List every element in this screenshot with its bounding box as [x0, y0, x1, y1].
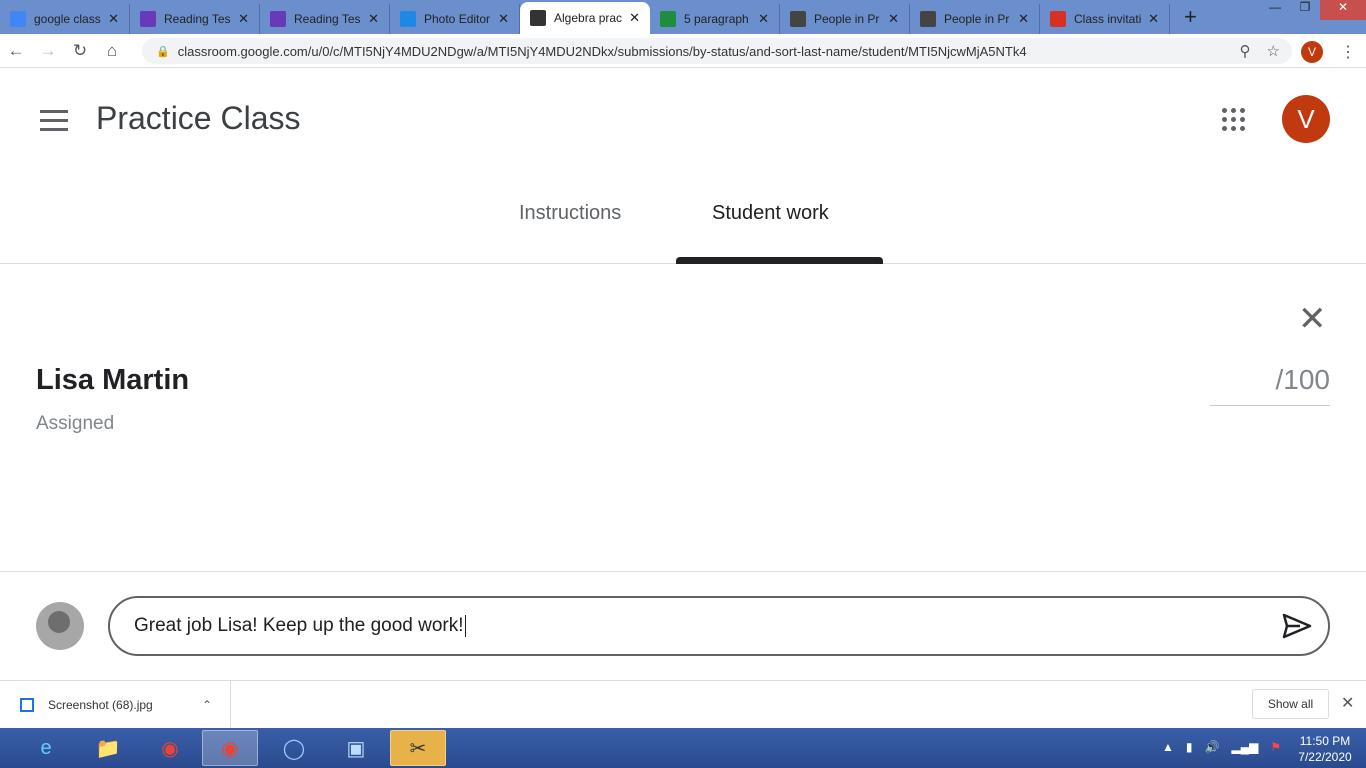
selected-tab-indicator	[676, 257, 883, 264]
close-tab-icon[interactable]: ✕	[629, 10, 640, 26]
chrome-icon[interactable]: ◉	[142, 730, 198, 766]
maximize-button[interactable]: ❐	[1290, 0, 1320, 20]
browser-tab[interactable]: Reading Tes ✕	[130, 4, 260, 34]
close-tab-icon[interactable]: ✕	[888, 11, 899, 27]
comment-input[interactable]: Great job Lisa! Keep up the good work!	[108, 596, 1330, 656]
chrome-profile-icon[interactable]: ◉	[202, 730, 258, 766]
show-all-button[interactable]: Show all	[1252, 689, 1329, 719]
close-tab-icon[interactable]: ✕	[1148, 11, 1159, 27]
close-icon[interactable]: ✕	[1298, 302, 1327, 336]
media-app-icon[interactable]: ◯	[266, 730, 322, 766]
action-center-flag-icon[interactable]: ⚑	[1270, 740, 1281, 754]
ie-icon[interactable]: e	[18, 730, 74, 766]
browser-tab[interactable]: Photo Editor ✕	[390, 4, 520, 34]
browser-tab[interactable]: People in Pr ✕	[780, 4, 910, 34]
close-tab-icon[interactable]: ✕	[238, 11, 249, 27]
browser-tab[interactable]: google class ✕	[0, 4, 130, 34]
window-controls: — ❐ ✕	[1260, 0, 1366, 20]
kebab-menu-icon[interactable]: ⋮	[1340, 42, 1356, 62]
tab-instructions[interactable]: Instructions	[519, 202, 621, 225]
close-tab-icon[interactable]: ✕	[498, 11, 509, 27]
student-name: Lisa Martin	[36, 364, 190, 396]
photo-editor-icon	[400, 11, 416, 27]
docs-icon	[10, 11, 26, 27]
zoom-icon[interactable]: ⚲	[1240, 42, 1251, 60]
snipping-tool-icon[interactable]: ✂	[390, 730, 446, 766]
home-icon[interactable]: ⌂	[96, 41, 128, 61]
forward-icon[interactable]: →	[32, 41, 64, 61]
status-label: Assigned	[36, 413, 115, 434]
image-file-icon	[20, 697, 34, 712]
avatar[interactable]: V	[1282, 95, 1330, 143]
chevron-up-icon[interactable]: ⌃	[202, 698, 212, 712]
browser-tab[interactable]: Reading Tes ✕	[260, 4, 390, 34]
photo-viewer-icon[interactable]: ▣	[328, 730, 384, 766]
close-window-button[interactable]: ✕	[1320, 0, 1366, 20]
new-tab-button[interactable]: +	[1184, 4, 1197, 30]
classroom-icon	[660, 11, 676, 27]
volume-icon[interactable]: 🔊	[1205, 740, 1220, 754]
close-tab-icon[interactable]: ✕	[368, 11, 379, 27]
address-bar-row: ← → ↻ ⌂ 🔒 classroom.google.com/u/0/c/MTI…	[0, 34, 1366, 68]
close-tab-icon[interactable]: ✕	[758, 11, 769, 27]
apps-grid-icon[interactable]	[1222, 108, 1245, 131]
system-tray: ▲ ▮ 🔊 ▂▄▆ ⚑	[1162, 740, 1281, 754]
class-header: Practice Class V Instructions Student wo…	[0, 68, 1366, 264]
private-comment-area: Great job Lisa! Keep up the good work!	[0, 571, 1366, 680]
tab-student-work[interactable]: Student work	[712, 202, 829, 225]
profile-avatar[interactable]: V	[1301, 41, 1323, 63]
download-bar: Screenshot (68).jpg ⌃ Show all ✕	[0, 680, 1366, 728]
classroom-icon	[530, 10, 546, 26]
close-tab-icon[interactable]: ✕	[1018, 11, 1029, 27]
user-avatar	[36, 602, 84, 650]
browser-tab[interactable]: 5 paragraph ✕	[650, 4, 780, 34]
url-input[interactable]: 🔒 classroom.google.com/u/0/c/MTI5NjY4MDU…	[142, 38, 1292, 64]
close-tab-icon[interactable]: ✕	[108, 11, 119, 27]
file-explorer-icon[interactable]: 📁	[80, 730, 136, 766]
classroom-icon	[790, 11, 806, 27]
browser-tab[interactable]: Algebra prac ✕	[520, 2, 650, 34]
minimize-button[interactable]: —	[1260, 0, 1290, 20]
download-item[interactable]: Screenshot (68).jpg ⌃	[0, 681, 231, 728]
star-icon[interactable]: ☆	[1267, 42, 1280, 60]
browser-tab[interactable]: Class invitati ✕	[1040, 4, 1170, 34]
classroom-icon	[920, 11, 936, 27]
page-title: Practice Class	[96, 100, 301, 136]
reload-icon[interactable]: ↻	[64, 41, 96, 61]
hamburger-menu-icon[interactable]	[40, 110, 68, 137]
forms-icon	[140, 11, 156, 27]
battery-icon[interactable]: ▮	[1186, 740, 1193, 754]
clock[interactable]: 11:50 PM 7/22/2020	[1290, 733, 1360, 765]
lock-icon: 🔒	[156, 45, 170, 58]
taskbar: e 📁 ◉ ◉ ◯ ▣ ✂ ▲ ▮ 🔊 ▂▄▆ ⚑ 11:50 PM 7/22/2…	[0, 728, 1366, 768]
browser-tab[interactable]: People in Pr ✕	[910, 4, 1040, 34]
send-icon[interactable]	[1282, 612, 1312, 640]
forms-icon	[270, 11, 286, 27]
signal-icon[interactable]: ▂▄▆	[1231, 740, 1258, 754]
show-hidden-icons-icon[interactable]: ▲	[1162, 740, 1174, 754]
back-icon[interactable]: ←	[0, 41, 32, 61]
browser-tab-strip: google class ✕ Reading Tes ✕ Reading Tes ✕ Pho…	[0, 0, 1366, 34]
gmail-icon	[1050, 11, 1066, 27]
close-download-bar-icon[interactable]: ✕	[1341, 693, 1354, 713]
grade-input[interactable]: /100	[1210, 364, 1330, 406]
